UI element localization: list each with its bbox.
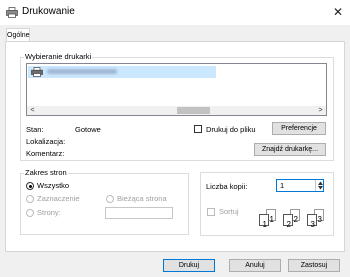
copies-value: 1 bbox=[280, 181, 285, 190]
pages-radio[interactable] bbox=[26, 209, 34, 217]
status-label: Stan: bbox=[26, 125, 44, 134]
printer-icon bbox=[6, 7, 18, 18]
find-printer-button[interactable]: Znajdź drukarkę... bbox=[254, 143, 326, 156]
printer-name-redacted bbox=[47, 69, 117, 74]
close-icon[interactable]: ✕ bbox=[331, 5, 345, 19]
current-page-label: Bieżąca strona bbox=[117, 194, 167, 203]
collate-label: Sortuj bbox=[219, 207, 239, 216]
page-number: 1 bbox=[262, 220, 267, 229]
page-number: 2 bbox=[286, 220, 291, 229]
all-pages-radio[interactable] bbox=[26, 182, 34, 190]
collate-page-3-front: 3 bbox=[307, 214, 317, 229]
scroll-left-icon[interactable]: < bbox=[28, 106, 37, 115]
location-label: Lokalizacja: bbox=[26, 137, 66, 146]
comment-label: Komentarz: bbox=[26, 149, 65, 158]
page-number: 3 bbox=[317, 215, 322, 224]
cancel-button[interactable]: Anuluj bbox=[229, 259, 281, 272]
pages-label: Strony: bbox=[37, 208, 61, 217]
printer-icon bbox=[31, 67, 43, 77]
select-printer-label: Wybieranie drukarki bbox=[24, 52, 93, 61]
selection-label: Zaznaczenie bbox=[37, 194, 80, 203]
status-value: Gotowe bbox=[75, 125, 101, 134]
page-number: 3 bbox=[310, 220, 315, 229]
page-number: 2 bbox=[293, 215, 298, 224]
number-of-copies-label: Liczba kopii: bbox=[206, 182, 248, 191]
print-to-file-label: Drukuj do pliku bbox=[206, 125, 256, 134]
scroll-right-icon[interactable]: > bbox=[316, 106, 325, 115]
apply-button[interactable]: Zastosuj bbox=[288, 259, 340, 272]
current-page-radio[interactable] bbox=[106, 195, 114, 203]
selection-radio[interactable] bbox=[26, 195, 34, 203]
preferences-button[interactable]: Preferencje bbox=[272, 122, 326, 135]
copies-spinner[interactable]: 1 bbox=[276, 179, 324, 192]
collate-page-2-front: 2 bbox=[283, 214, 293, 229]
print-button[interactable]: Drukuj bbox=[163, 259, 215, 272]
page-number: 1 bbox=[269, 215, 274, 224]
page-range-label: Zakres stron bbox=[24, 168, 68, 177]
chevron-down-icon[interactable] bbox=[318, 186, 323, 190]
collate-page-1-front: 1 bbox=[259, 214, 269, 229]
copies-stepper[interactable] bbox=[315, 180, 324, 191]
title-bar: Drukowanie ✕ bbox=[0, 0, 350, 25]
collate-checkbox[interactable] bbox=[207, 208, 215, 216]
tab-general[interactable]: Ogólne bbox=[6, 28, 30, 42]
chevron-up-icon[interactable] bbox=[318, 181, 323, 185]
pages-input[interactable] bbox=[105, 207, 173, 219]
print-to-file-checkbox[interactable] bbox=[194, 125, 202, 133]
all-pages-label: Wszystko bbox=[37, 181, 70, 190]
scrollbar-thumb[interactable] bbox=[177, 107, 210, 114]
window-title: Drukowanie bbox=[22, 6, 75, 17]
